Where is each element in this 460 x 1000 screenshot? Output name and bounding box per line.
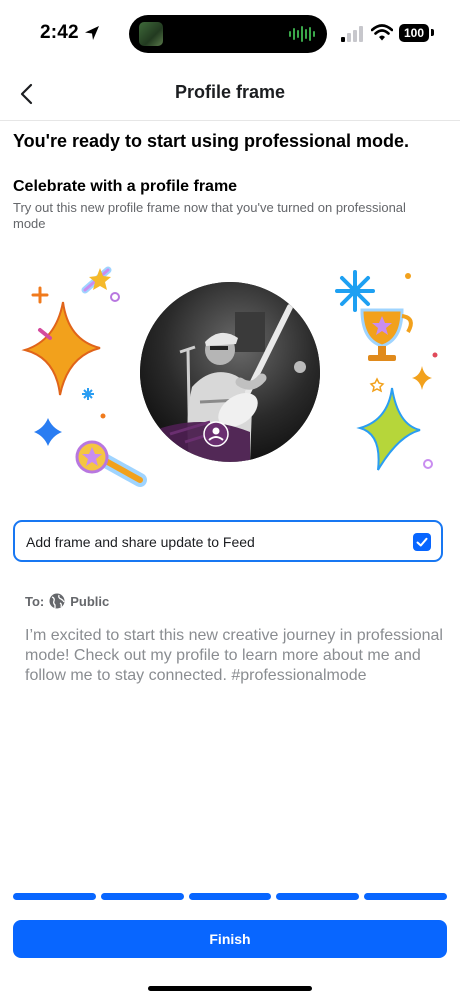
audience-value[interactable]: Public: [70, 594, 109, 609]
progress-segment: [100, 893, 184, 900]
location-arrow-icon: [85, 26, 99, 40]
progress-segment: [188, 893, 272, 900]
home-indicator[interactable]: [148, 986, 312, 991]
headline: You're ready to start using professional…: [13, 131, 410, 151]
blue-sparkle-icon: [34, 418, 62, 446]
progress-indicator: [13, 893, 447, 901]
battery-cap: [431, 29, 434, 36]
globe-icon: [49, 593, 65, 609]
wifi-icon: [371, 24, 393, 41]
nav-header: Profile frame: [0, 70, 460, 121]
add-frame-checkbox[interactable]: [413, 533, 431, 551]
profile-photo-image: [140, 282, 320, 462]
green-sparkle-icon: [356, 387, 421, 471]
star-badge-icon: [75, 440, 147, 487]
status-time: 2:42: [40, 22, 79, 43]
trophy-icon: [360, 308, 413, 361]
checkmark-icon: [416, 537, 428, 547]
shooting-star-icon: [81, 266, 112, 294]
battery-level: 100: [403, 26, 425, 40]
audience-selector[interactable]: To: Public: [25, 592, 109, 610]
asterisk-icon: [82, 388, 94, 400]
audience-to-label: To:: [25, 593, 45, 609]
add-frame-option[interactable]: Add frame and share update to Feed: [13, 520, 443, 562]
dynamic-island[interactable]: [129, 15, 327, 53]
blue-starburst-icon: [335, 270, 375, 312]
section-title: Celebrate with a profile frame: [13, 178, 238, 195]
status-bar: 2:42 100: [0, 0, 460, 70]
page-title: Profile frame: [174, 82, 286, 102]
add-frame-label: Add frame and share update to Feed: [26, 534, 255, 550]
profile-photo: [140, 282, 320, 462]
progress-segment: [276, 893, 360, 900]
post-text-input[interactable]: I’m excited to start this new creative j…: [25, 626, 445, 686]
small-star-icon: [31, 286, 49, 304]
battery-icon: 100: [399, 24, 429, 42]
section-description: Try out this new profile frame now that …: [13, 200, 406, 231]
now-playing-thumbnail: [139, 22, 163, 46]
audio-wave-icon: [289, 26, 315, 42]
progress-segment: [13, 893, 96, 900]
finish-button[interactable]: Finish: [13, 920, 447, 958]
ring-icon: [110, 292, 120, 302]
signal-icon: [341, 26, 363, 42]
orange-sparkle-icon: [21, 301, 101, 396]
progress-segment: [364, 893, 447, 900]
